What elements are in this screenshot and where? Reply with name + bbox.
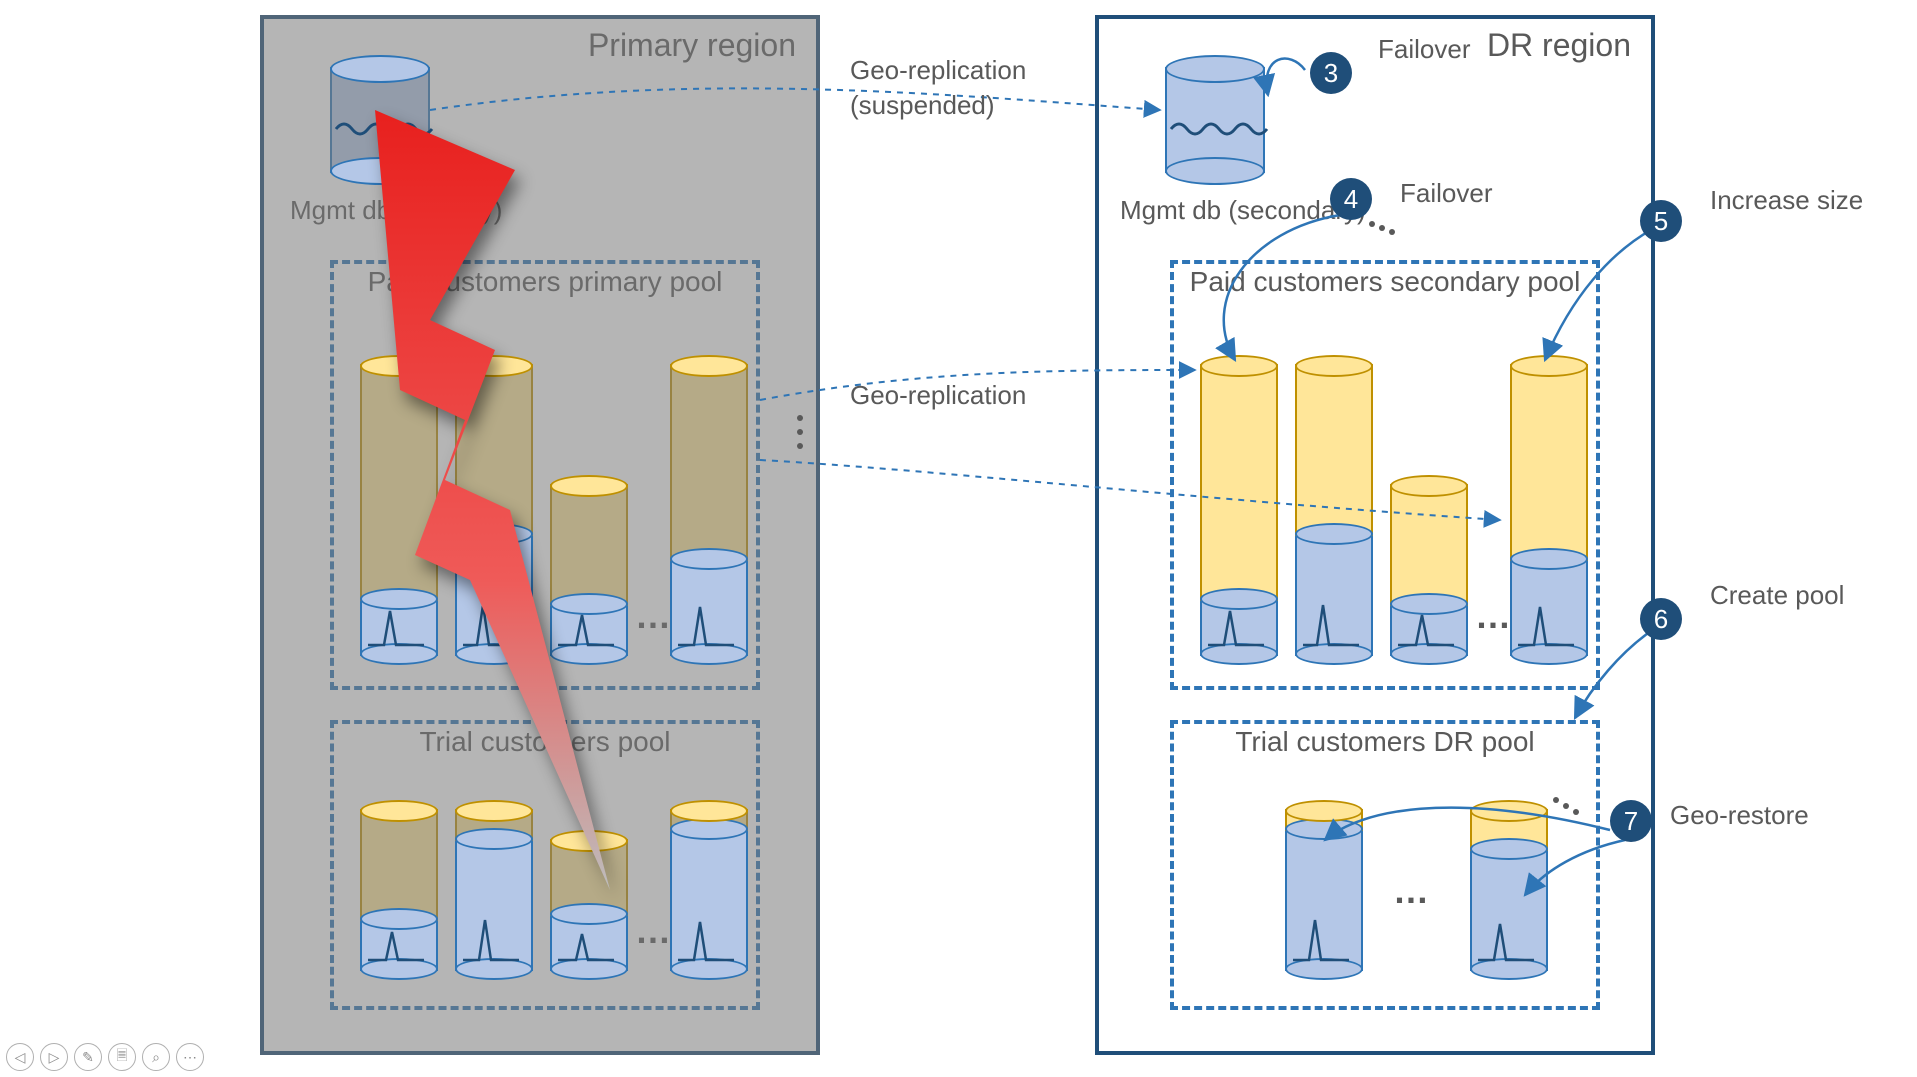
primary-trial-tube-4 [670, 800, 748, 980]
metric-spark-icon [461, 916, 521, 966]
next-slide-button[interactable]: ▷ [40, 1043, 68, 1071]
step-7-badge: 7 [1610, 800, 1652, 842]
metric-spark-icon [1206, 601, 1266, 651]
metric-spark-icon [366, 916, 426, 966]
metric-spark-icon [1301, 601, 1361, 651]
geo-replication-label: Geo-replication [850, 380, 1026, 411]
pen-icon: ✎ [82, 1049, 94, 1066]
outage-bolt-icon [310, 110, 640, 900]
dr-paid-tube-4 [1510, 355, 1588, 665]
zoom-button[interactable]: ⌕ [142, 1043, 170, 1071]
metric-spark-icon [676, 601, 736, 651]
dr-mgmt-db-label: Mgmt db (secondary) [1120, 195, 1366, 226]
primary-region-title: Primary region [588, 27, 796, 64]
step-3-label: Failover [1378, 34, 1470, 65]
step-6-badge: 6 [1640, 598, 1682, 640]
primary-paid-ellipsis: … [635, 595, 671, 637]
pen-tools-button[interactable]: ✎ [74, 1043, 102, 1071]
dr-paid-tube-1 [1200, 355, 1278, 665]
arrow-left-icon: ◁ [15, 1049, 26, 1066]
metric-spark-icon [1476, 916, 1536, 966]
geo-replication-suspended-label-line1: Geo-replication [850, 55, 1026, 86]
step-7-label: Geo-restore [1670, 800, 1809, 831]
metric-spark-icon [676, 916, 736, 966]
step-4-badge: 4 [1330, 178, 1372, 220]
step-3-badge: 3 [1310, 52, 1352, 94]
metric-spark-icon [556, 916, 616, 966]
subtitles-icon: 🗏 [116, 1045, 127, 1069]
step-4-label: Failover [1400, 178, 1492, 209]
dr-paid-pool-title: Paid customers secondary pool [1174, 266, 1596, 298]
dr-paid-tube-2 [1295, 355, 1373, 665]
arrow-right-icon: ▷ [49, 1049, 60, 1066]
metric-spark-icon [1516, 601, 1576, 651]
db-activity-line-icon [1169, 117, 1269, 137]
dr-region-title: DR region [1487, 27, 1631, 64]
metric-spark-icon [1291, 916, 1351, 966]
primary-paid-tube-4 [670, 355, 748, 665]
geo-replication-suspended-label-line2: (suspended) [850, 90, 995, 121]
dr-mgmt-db [1165, 55, 1265, 185]
prev-slide-button[interactable]: ◁ [6, 1043, 34, 1071]
step-6-label: Create pool [1710, 580, 1844, 611]
more-options-button[interactable]: ⋯ [176, 1043, 204, 1071]
subtitles-button[interactable]: 🗏 [108, 1043, 136, 1071]
diagram-stage: Primary region Mgmt db (primary) Paid cu… [0, 0, 1917, 1077]
dr-trial-tube-1 [1285, 800, 1363, 980]
dr-paid-ellipsis: … [1475, 595, 1511, 637]
magnifier-icon: ⌕ [152, 1049, 160, 1066]
dr-trial-ellipsis: … [1393, 870, 1429, 912]
dr-trial-pool-title: Trial customers DR pool [1174, 726, 1596, 758]
metric-spark-icon [1396, 601, 1456, 651]
dr-paid-tube-3 [1390, 475, 1468, 665]
step-5-badge: 5 [1640, 200, 1682, 242]
slideshow-toolbar: ◁ ▷ ✎ 🗏 ⌕ ⋯ [6, 1043, 204, 1071]
dr-trial-tube-2 [1470, 800, 1548, 980]
step-5-label: Increase size [1710, 185, 1863, 216]
more-icon: ⋯ [183, 1049, 197, 1066]
primary-trial-ellipsis: … [635, 910, 671, 952]
